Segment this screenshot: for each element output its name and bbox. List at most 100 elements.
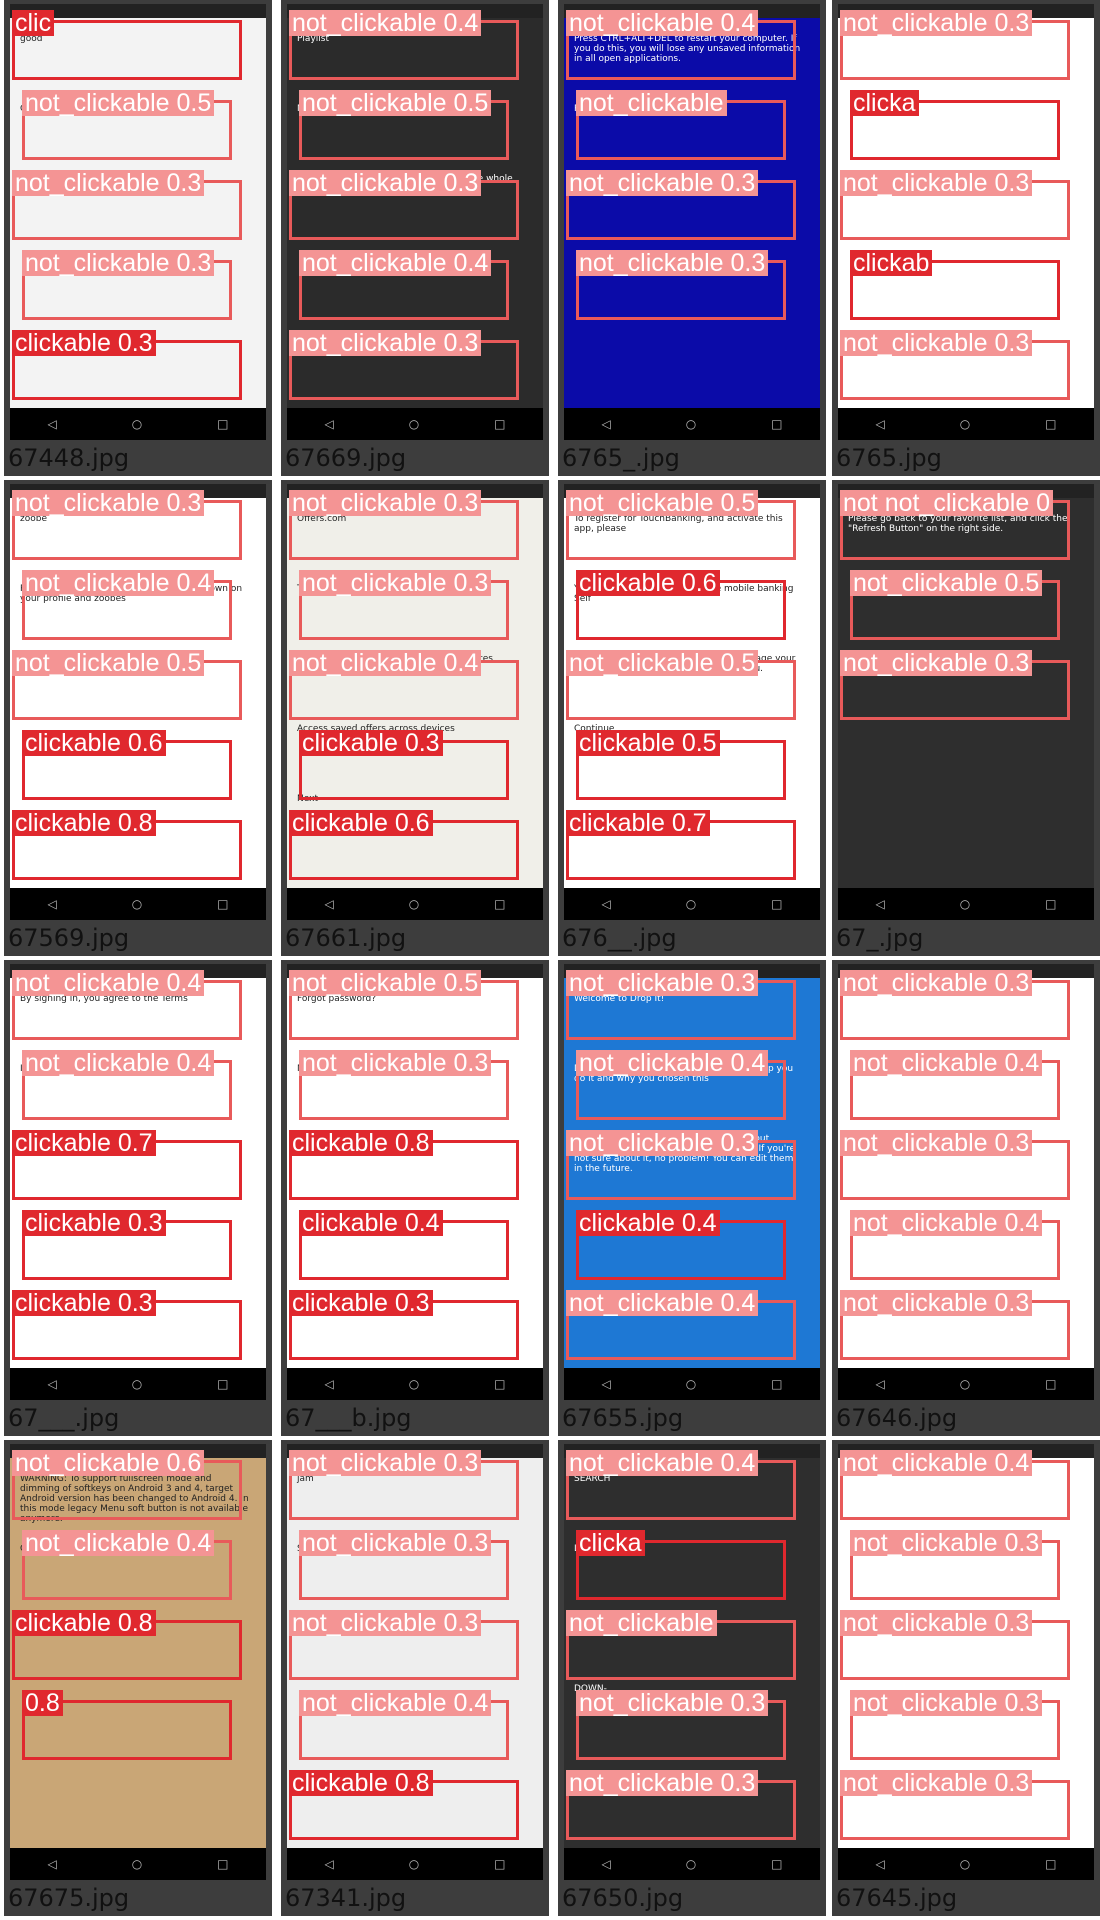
detection-label: not_clickable 0.4 (289, 10, 482, 36)
nav-button-icon[interactable]: □ (217, 1857, 228, 1871)
nav-button-icon[interactable]: ○ (132, 897, 142, 911)
nav-button-icon[interactable]: ○ (960, 1377, 970, 1391)
file-name: 67661.jpg (285, 924, 407, 952)
detection-label: clic (12, 10, 55, 36)
screenshot-cell: ◁ ○ □ not_clickable 0.3 not_clickable 0.4 not… (832, 960, 1100, 1436)
nav-button-icon[interactable]: ◁ (601, 417, 610, 431)
nav-button-icon[interactable]: □ (494, 1377, 505, 1391)
nav-button-icon[interactable]: ◁ (601, 1377, 610, 1391)
nav-button-icon[interactable]: □ (494, 897, 505, 911)
nav-button-icon[interactable]: ○ (686, 897, 696, 911)
detection-label: not_clickable 0.3 (289, 170, 482, 196)
screenshot-cell: Welcome to Drop It!Drop It! plans to hel… (558, 960, 826, 1436)
detection-label: not_clickable 0.3 (840, 970, 1033, 996)
nav-button-icon[interactable]: □ (771, 897, 782, 911)
screenshot-cell: jamSUBMIT◁○□not_clickable 0.3not_clickab… (281, 1440, 549, 1916)
nav-button-icon[interactable]: ◁ (47, 417, 56, 431)
nav-button-icon[interactable]: ◁ (324, 1857, 333, 1871)
detection-label: clickable 0.5 (576, 730, 720, 756)
detection-label: not_clickable 0.4 (22, 1050, 215, 1076)
file-name: 67341.jpg (285, 1884, 407, 1912)
detection-label: not_clickable 0.4 (576, 1050, 769, 1076)
nav-button-icon[interactable]: □ (771, 1857, 782, 1871)
nav-bar: ◁ ○ □ (10, 888, 266, 920)
screenshot-cell: Offers.comTake our 2 minute quiz so we c… (281, 480, 549, 956)
nav-button-icon[interactable]: □ (1045, 897, 1056, 911)
detection-label: clickable 0.7 (566, 810, 710, 836)
nav-button-icon[interactable]: ◁ (324, 897, 333, 911)
detection-label: not_clickable 0.3 (576, 250, 769, 276)
nav-button-icon[interactable]: ○ (409, 417, 419, 431)
detection-label: not_clickable 0.3 (289, 1610, 482, 1636)
file-name: 676__.jpg (562, 924, 677, 952)
nav-button-icon[interactable]: ◁ (601, 1857, 610, 1871)
detection-label: clickable 0.3 (12, 330, 156, 356)
detection-label: not_clickable 0.3 (840, 1770, 1033, 1796)
nav-button-icon[interactable]: ◁ (47, 1377, 56, 1391)
detection-label: not_clickable 0.3 (576, 1690, 769, 1716)
nav-button-icon[interactable]: ◁ (875, 1377, 884, 1391)
nav-button-icon[interactable]: ◁ (324, 1377, 333, 1391)
nav-button-icon[interactable]: ○ (409, 897, 419, 911)
nav-button-icon[interactable]: □ (1045, 1857, 1056, 1871)
nav-button-icon[interactable]: ○ (132, 1377, 142, 1391)
nav-button-icon[interactable]: ○ (686, 1377, 696, 1391)
nav-button-icon[interactable]: ○ (686, 417, 696, 431)
nav-button-icon[interactable]: ◁ (47, 1857, 56, 1871)
screenshot-cell: zoobePlease choose a username. This will… (4, 480, 272, 956)
detection-label: clickable 0.6 (289, 810, 433, 836)
nav-button-icon[interactable]: ○ (960, 897, 970, 911)
nav-button-icon[interactable]: ○ (960, 417, 970, 431)
nav-button-icon[interactable]: ◁ (875, 1857, 884, 1871)
nav-button-icon[interactable]: ◁ (601, 897, 610, 911)
nav-button-icon[interactable]: □ (217, 1377, 228, 1391)
detection-label: not_clickable 0.3 (299, 1530, 492, 1556)
screenshot-cell: Please go back to your favorite list, an… (832, 480, 1100, 956)
nav-button-icon[interactable]: ○ (960, 1857, 970, 1871)
nav-bar: ◁ ○ □ (564, 408, 820, 440)
nav-button-icon[interactable]: ○ (132, 1857, 142, 1871)
file-name: 67675.jpg (8, 1884, 130, 1912)
detection-label: not_clickable 0.3 (12, 490, 205, 516)
detection-label: not_clickable 0.4 (850, 1050, 1043, 1076)
detection-label: not_clickable 0.5 (22, 90, 215, 116)
screenshot-cell: WARNING: To support fullscreen mode and … (4, 1440, 272, 1916)
detection-label: clickable 0.4 (299, 1210, 443, 1236)
nav-button-icon[interactable]: ◁ (47, 897, 56, 911)
file-name: 67645.jpg (836, 1884, 958, 1912)
nav-button-icon[interactable]: ◁ (324, 417, 333, 431)
nav-button-icon[interactable]: ○ (409, 1377, 419, 1391)
nav-button-icon[interactable]: □ (217, 897, 228, 911)
detection-label: not_clickable 0.3 (840, 1130, 1033, 1156)
nav-button-icon[interactable]: ◁ (875, 897, 884, 911)
nav-bar: ◁ ○ □ (10, 1848, 266, 1880)
nav-button-icon[interactable]: □ (494, 1857, 505, 1871)
detection-label: not_clickable 0.3 (850, 1530, 1043, 1556)
detection-label: not_clickable 0.3 (840, 170, 1033, 196)
detection-label: not_clickable 0.3 (12, 170, 205, 196)
file-name: 6765_.jpg (562, 444, 680, 472)
nav-button-icon[interactable]: ○ (132, 417, 142, 431)
nav-bar: ◁ ○ □ (838, 888, 1094, 920)
nav-button-icon[interactable]: □ (1045, 417, 1056, 431)
detection-label: not_clickable 0.3 (22, 250, 215, 276)
nav-button-icon[interactable]: □ (771, 417, 782, 431)
screenshot-cell: SEARCHLISTDOWN-DOWN-◁○□not_clickable 0.4… (558, 1440, 826, 1916)
nav-button-icon[interactable]: □ (771, 1377, 782, 1391)
detection-label: not_clickable 0.3 (840, 1610, 1033, 1636)
nav-button-icon[interactable]: □ (217, 417, 228, 431)
detection-label: not_clickable 0.5 (299, 90, 492, 116)
detection-label: not_clickable 0.4 (566, 1290, 759, 1316)
nav-button-icon[interactable]: □ (1045, 1377, 1056, 1391)
detection-label: not_clickable 0.3 (840, 330, 1033, 356)
nav-button-icon[interactable]: ○ (686, 1857, 696, 1871)
nav-button-icon[interactable]: ○ (409, 1857, 419, 1871)
screenshot-cell: Press CTRL+ALT+DEL to restart your compu… (558, 0, 826, 476)
nav-button-icon[interactable]: ◁ (875, 417, 884, 431)
detection-label: clickable 0.3 (12, 1290, 156, 1316)
detection-label: clickable 0.3 (299, 730, 443, 756)
file-name: 67___.jpg (8, 1404, 120, 1432)
nav-bar: ◁ ○ □ (564, 1368, 820, 1400)
detection-label: not_clickable 0.5 (12, 650, 205, 676)
nav-button-icon[interactable]: □ (494, 417, 505, 431)
